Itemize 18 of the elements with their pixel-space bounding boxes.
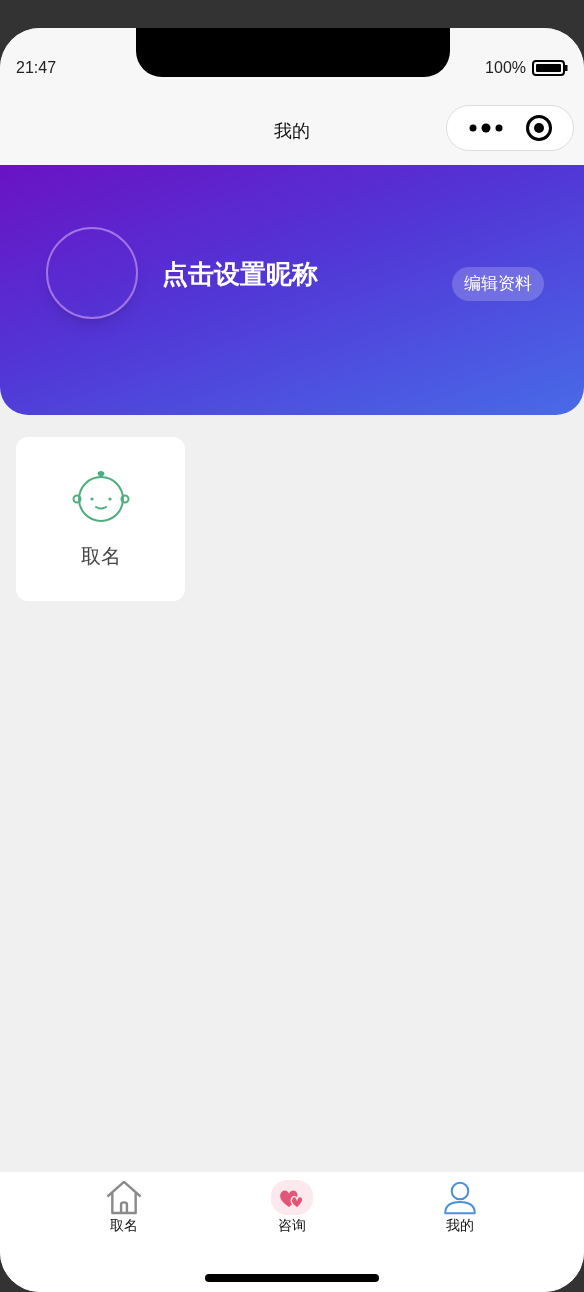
feature-label: 取名 (80, 544, 121, 569)
baby-face-icon (71, 469, 130, 523)
page-title: 我的 (274, 120, 310, 143)
person-icon (441, 1180, 479, 1215)
nickname[interactable]: 点击设置昵称 (162, 255, 318, 294)
tab-item[interactable]: 咨询 (252, 1180, 332, 1236)
feature-card[interactable]: 取名 (16, 437, 185, 601)
capsule-menu[interactable] (446, 105, 574, 151)
tab-item[interactable]: 取名 (84, 1180, 164, 1236)
tab-item[interactable]: 我的 (420, 1180, 500, 1236)
hearts-icon (271, 1180, 313, 1215)
status-time: 21:47 (16, 58, 57, 78)
more-icon[interactable] (467, 122, 504, 134)
battery-icon (532, 60, 568, 76)
edit-profile-button[interactable]: 编辑资料 (452, 267, 544, 301)
house-icon (104, 1180, 144, 1215)
battery-percent: 100% (485, 58, 526, 78)
close-icon[interactable] (524, 114, 553, 142)
